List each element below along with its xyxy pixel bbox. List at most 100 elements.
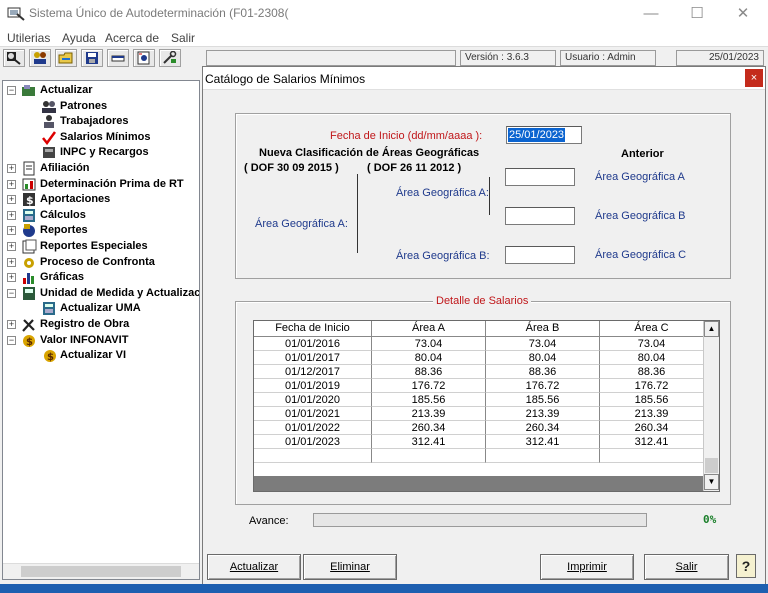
anterior-area-b-input[interactable] (505, 207, 575, 225)
toolbar-reports-button[interactable] (133, 49, 155, 67)
tree-expander[interactable]: + (7, 226, 16, 236)
table-row[interactable]: 01/01/2016 73.04 73.04 73.04 (254, 337, 704, 351)
tree-expander[interactable]: + (7, 320, 16, 329)
dialog-close-button[interactable]: × (745, 69, 763, 87)
tree-horizontal-scrollbar[interactable] (3, 563, 199, 579)
anterior-area-c-input[interactable] (505, 246, 575, 264)
tree-expander[interactable]: − (7, 86, 16, 95)
toolbar-search-button[interactable] (3, 49, 25, 67)
table-cell: 88.36 (372, 365, 486, 379)
table-row[interactable]: 01/01/2022 260.34 260.34 260.34 (254, 421, 704, 435)
table-cell: 185.56 (600, 393, 704, 407)
fecha-inicio-input[interactable]: 25/01/2023 (506, 126, 582, 144)
dof-2015-label: ( DOF 30 09 2015 ) (244, 162, 339, 174)
table-cell: 80.04 (372, 351, 486, 365)
table-cell: 213.39 (372, 407, 486, 421)
tree-expander[interactable]: + (7, 257, 16, 267)
uma-icon (23, 286, 35, 300)
scroll-down-button[interactable]: ▼ (704, 474, 719, 490)
tree-item-label: Registro de Obra (40, 318, 130, 330)
salir-button-label: Salir (675, 561, 698, 573)
imprimir-button-label: Imprimir (567, 561, 607, 573)
table-cell (372, 449, 486, 463)
close-window-button[interactable]: ✕ (720, 0, 766, 28)
table-cell: 260.34 (486, 421, 600, 435)
divider-left (357, 174, 358, 253)
toolbar-window-button[interactable] (107, 49, 129, 67)
toolbar-save-button[interactable] (81, 49, 103, 67)
salir-button[interactable]: Salir (644, 554, 729, 580)
table-row[interactable]: 01/01/2019 176.72 176.72 176.72 (254, 379, 704, 393)
tree-expander[interactable]: − (7, 335, 16, 345)
tree-expander[interactable]: + (7, 179, 16, 189)
column-header-fecha[interactable]: Fecha de Inicio (254, 321, 372, 337)
table-row[interactable]: 01/01/2020 185.56 185.56 185.56 (254, 393, 704, 407)
menu-salir[interactable]: Salir (171, 31, 195, 45)
anterior-title: Anterior (621, 148, 664, 160)
taskbar-strip (0, 584, 768, 593)
window-icon (111, 55, 125, 62)
column-header-area-c[interactable]: Área C (600, 321, 704, 337)
imprimir-button[interactable]: Imprimir (540, 554, 634, 580)
table-cell: 312.41 (486, 435, 600, 449)
dialog-titlebar: Catálogo de Salarios Mínimos × (203, 67, 765, 90)
salarios-table: Fecha de Inicio Área A Área B Área C 01/… (253, 320, 720, 492)
tree-expander[interactable]: + (7, 242, 16, 251)
tree-item-label: Salarios Mínimos (60, 130, 151, 143)
tree-item-label: Gráficas (40, 271, 85, 284)
tools-icon (22, 319, 35, 332)
anterior-area-b-label: Área Geográfica B (595, 210, 686, 222)
table-cell: 01/01/2017 (254, 351, 372, 365)
tree-item-label: Actualizar UMA (60, 302, 141, 315)
toolbar-tools-button[interactable] (159, 49, 181, 67)
menu-ayuda[interactable]: Ayuda (62, 31, 96, 45)
avance-percent: 0% (703, 513, 717, 526)
report-icon (22, 178, 36, 191)
table-row[interactable]: 01/01/2017 80.04 80.04 80.04 (254, 351, 704, 365)
help-icon: ? (741, 558, 751, 574)
table-row[interactable]: 01/01/2023 312.41 312.41 312.41 (254, 435, 704, 449)
tree-expander[interactable]: + (7, 195, 16, 205)
svg-text:$: $ (47, 352, 54, 363)
workers-icon (44, 115, 54, 129)
fecha-inicio-value: 25/01/2023 (508, 128, 566, 142)
dialog-title: Catálogo de Salarios Mínimos (205, 72, 366, 86)
search-icon (7, 52, 21, 65)
tree-expander[interactable]: + (7, 273, 16, 283)
table-vertical-scrollbar[interactable]: ▲ ▼ (703, 321, 719, 491)
tree-item-label: Reportes Especiales (40, 240, 148, 252)
status-field-blank (206, 50, 456, 66)
scroll-up-button[interactable]: ▲ (704, 321, 719, 337)
tree-item-label: INPC y Recargos (60, 146, 149, 159)
minimize-button[interactable]: — (628, 0, 674, 28)
scroll-thumb[interactable] (705, 458, 718, 473)
table-row[interactable]: 01/12/2017 88.36 88.36 88.36 (254, 365, 704, 379)
save-icon (86, 52, 98, 64)
eliminar-button[interactable]: Eliminar (303, 554, 397, 580)
status-user: Usuario : Admin (560, 50, 656, 66)
toolbar-people-button[interactable] (29, 49, 51, 67)
update-folder-icon (22, 85, 35, 96)
tree-item-label: Determinación Prima de RT (40, 177, 184, 190)
table-cell: 01/01/2021 (254, 407, 372, 421)
table-header: Fecha de Inicio Área A Área B Área C (254, 321, 719, 337)
tree-item-label: Actualizar (40, 84, 93, 96)
menu-utilerias[interactable]: Utilerias (7, 31, 50, 45)
table-row[interactable]: 01/01/2021 213.39 213.39 213.39 (254, 407, 704, 421)
actualizar-button[interactable]: Actualizar (207, 554, 301, 580)
table-cell: 88.36 (600, 365, 704, 379)
tree-scroll-thumb[interactable] (21, 566, 181, 577)
anterior-area-a-input[interactable] (505, 168, 575, 186)
tree-item-label: Proceso de Confronta (40, 255, 155, 268)
tree-expander[interactable]: − (7, 288, 16, 298)
column-header-area-b[interactable]: Área B (486, 321, 600, 337)
tree-expander[interactable]: + (7, 164, 16, 173)
table-cell: 185.56 (486, 393, 600, 407)
maximize-button[interactable]: ☐ (674, 0, 720, 28)
help-button[interactable]: ? (736, 554, 756, 578)
table-cell: 185.56 (372, 393, 486, 407)
column-header-area-a[interactable]: Área A (372, 321, 486, 337)
toolbar-folder-button[interactable] (55, 49, 77, 67)
tree-expander[interactable]: + (7, 210, 16, 220)
menu-acerca-de[interactable]: Acerca de (105, 31, 159, 45)
